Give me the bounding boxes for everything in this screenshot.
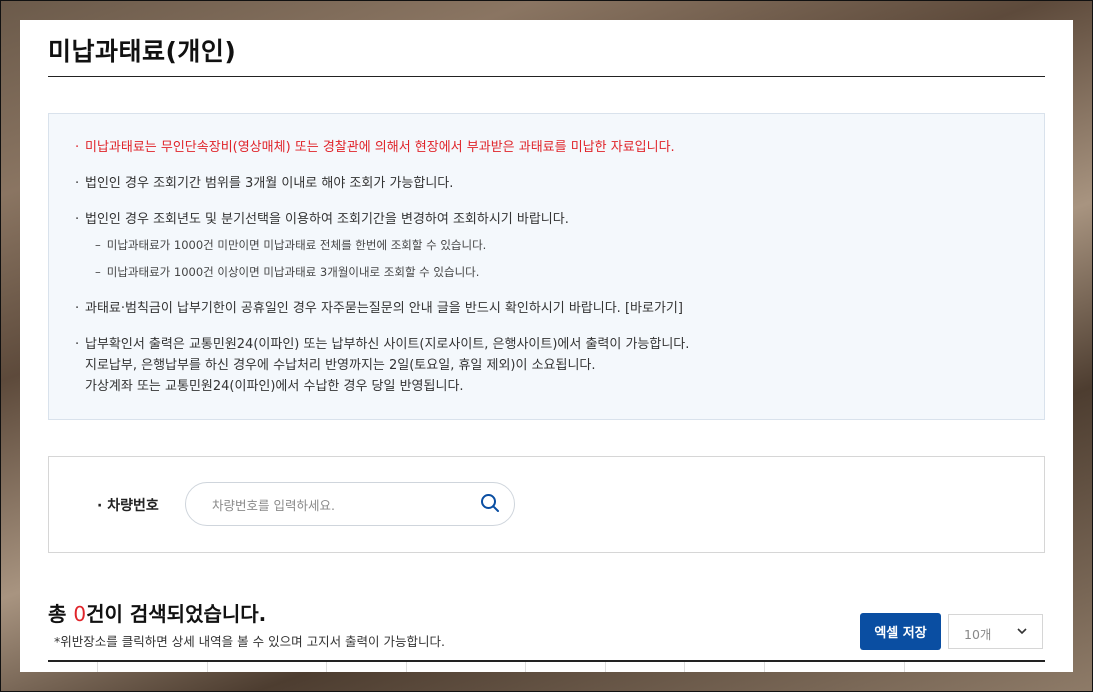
bullet-dot: · [75, 212, 80, 227]
notice-box: · 미납과태료는 무인단속장비(영상매체) 또는 경찰관에 의해서 현장에서 부… [48, 113, 1045, 420]
table-column-divider [525, 662, 526, 672]
notice-item: · 법인인 경우 조회년도 및 분기선택을 이용하여 조회기간을 변경하여 조회… [75, 209, 569, 230]
bullet-dot: · [75, 140, 80, 155]
notice-item: · 납부확인서 출력은 교통민원24(이파인) 또는 납부하신 사이트(지로사이… [75, 334, 690, 397]
result-count-number: 0 [73, 602, 87, 626]
table-column-divider [207, 662, 208, 672]
search-button[interactable] [478, 492, 502, 516]
search-panel: · 차량번호 [48, 456, 1045, 553]
notice-item: · 과태료·범칙금이 납부기한이 공휴일인 경우 자주묻는질문의 안내 글을 반… [75, 298, 683, 319]
notice-item-text: 법인인 경우 조회년도 및 분기선택을 이용하여 조회기간을 변경하여 조회하시… [85, 212, 569, 227]
bullet-dot: · [75, 176, 80, 191]
result-suffix: 건이 검색되었습니다. [86, 602, 267, 626]
vehicle-number-label: · 차량번호 [97, 495, 159, 515]
notice-sub-item: – 미납과태료가 1000건 이상이면 미납과태료 3개월이내로 조회할 수 있습… [95, 264, 479, 280]
notice-item-text: 미납과태료는 무인단속장비(영상매체) 또는 경찰관에 의해서 현장에서 부과받… [85, 140, 675, 155]
notice-sub-text: 미납과태료가 1000건 미만이면 미납과태료 전체를 한번에 조회할 수 있습… [106, 238, 487, 252]
notice-sub-item: – 미납과태료가 1000건 미만이면 미납과태료 전체를 한번에 조회할 수 있… [95, 237, 486, 253]
result-note: *위반장소를 클릭하면 상세 내역을 볼 수 있으며 고지서 출력이 가능합니다… [54, 634, 445, 649]
result-prefix: 총 [48, 602, 74, 626]
table-column-divider [684, 662, 685, 672]
search-icon [481, 494, 499, 512]
table-column-divider [406, 662, 407, 672]
bullet-dot: · [75, 301, 80, 316]
table-column-divider [97, 662, 98, 672]
notice-item-text[interactable]: 과태료·범칙금이 납부기한이 공휴일인 경우 자주묻는질문의 안내 글을 반드시… [85, 301, 683, 316]
notice-continuation: 지로납부, 은행납부를 하신 경우에 수납처리 반영까지는 2일(토요일, 휴일… [85, 358, 596, 373]
page-size-value: 10개 [964, 627, 992, 642]
bullet-dot: · [97, 498, 103, 514]
page-size-select[interactable]: 10개 [948, 614, 1043, 649]
notice-item-text: 법인인 경우 조회기간 범위를 3개월 이내로 해야 조회가 가능합니다. [85, 176, 454, 191]
notice-sub-text: 미납과태료가 1000건 이상이면 미납과태료 3개월이내로 조회할 수 있습니… [106, 265, 480, 279]
chevron-down-icon [1017, 628, 1027, 635]
table-column-divider [904, 662, 905, 672]
vehicle-number-input[interactable] [210, 493, 464, 517]
table-header-rule [48, 660, 1045, 662]
bullet-dot: · [75, 337, 80, 352]
page-title: 미납과태료(개인) [48, 37, 237, 66]
notice-item: · 법인인 경우 조회기간 범위를 3개월 이내로 해야 조회가 가능합니다. [75, 173, 454, 194]
dash-mark: – [95, 265, 101, 279]
vehicle-number-label-text: 차량번호 [107, 498, 159, 514]
result-count: 총 0건이 검색되었습니다. [48, 598, 266, 627]
search-field [185, 482, 515, 526]
title-divider [48, 76, 1045, 77]
notice-item-text: 납부확인서 출력은 교통민원24(이파인) 또는 납부하신 사이트(지로사이트,… [85, 337, 690, 352]
table-column-divider [326, 662, 327, 672]
notice-item: · 미납과태료는 무인단속장비(영상매체) 또는 경찰관에 의해서 현장에서 부… [75, 137, 675, 158]
table-column-divider [764, 662, 765, 672]
excel-save-button[interactable]: 엑셀 저장 [860, 613, 941, 650]
notice-continuation: 가상계좌 또는 교통민원24(이파인)에서 수납한 경우 당일 반영됩니다. [85, 379, 464, 394]
dash-mark: – [95, 238, 101, 252]
content-panel: 미납과태료(개인) · 미납과태료는 무인단속장비(영상매체) 또는 경찰관에 … [20, 20, 1073, 672]
table-column-divider [605, 662, 606, 672]
